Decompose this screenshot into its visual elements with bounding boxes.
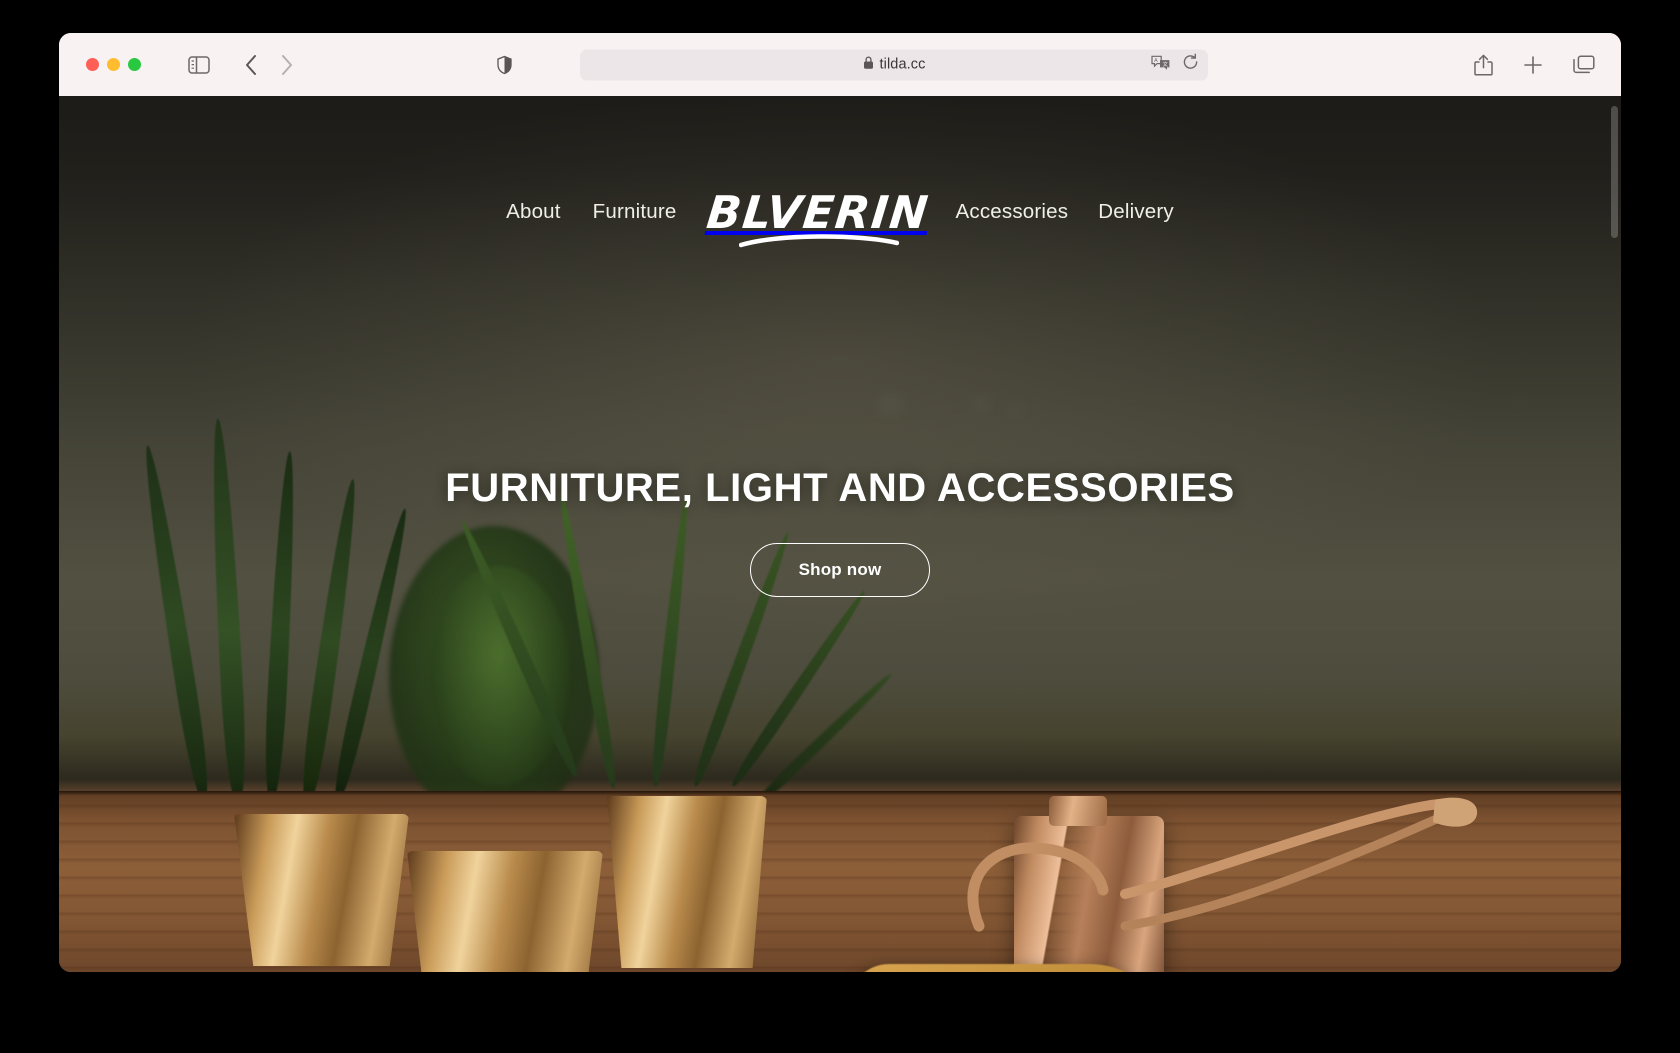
page-viewport: About Furniture BLVERIN Accessories Deli… [59,96,1621,972]
bokeh-spot [1011,404,1021,414]
hero-section: FURNITURE, LIGHT AND ACCESSORIES Shop no… [59,466,1621,597]
lock-icon [863,55,874,74]
bokeh-spot [879,396,901,412]
browser-window: tilda.cc A 文 About Furniture BLVERIN Acc… [59,33,1621,972]
reload-icon[interactable] [1182,53,1199,76]
bokeh-spot [1514,396,1523,405]
privacy-shield-icon[interactable] [497,55,512,74]
toolbar-right-actions [1474,54,1595,76]
nav-item-accessories[interactable]: Accessories [956,200,1069,224]
brass-pot-center [407,851,603,972]
address-bar-actions: A 文 [1151,53,1199,76]
brand-logo[interactable]: BLVERIN [704,174,931,250]
sidebar-toggle-icon[interactable] [188,55,210,74]
nav-item-delivery[interactable]: Delivery [1098,200,1174,224]
svg-text:A: A [1154,57,1158,63]
share-icon[interactable] [1474,54,1493,76]
tab-overview-icon[interactable] [1573,54,1595,75]
maximize-window-button[interactable] [128,58,141,71]
hero-title: FURNITURE, LIGHT AND ACCESSORIES [445,466,1235,510]
url-text: tilda.cc [879,56,926,73]
browser-toolbar: tilda.cc A 文 [59,33,1621,96]
brass-pot-left [234,814,409,966]
svg-text:文: 文 [1163,59,1169,67]
forward-button-icon[interactable] [280,54,294,76]
close-window-button[interactable] [86,58,99,71]
nav-item-furniture[interactable]: Furniture [593,200,677,224]
nav-item-about[interactable]: About [506,200,561,224]
nav-group-right: Accessories Delivery [956,200,1174,224]
minimize-window-button[interactable] [107,58,120,71]
brand-name: BLVERIN [703,185,932,239]
new-tab-icon[interactable] [1523,55,1543,75]
page-scrollbar-thumb[interactable] [1611,106,1618,238]
translate-icon[interactable]: A 文 [1151,54,1171,75]
nav-group-left: About Furniture [506,200,676,224]
back-button-icon[interactable] [244,54,258,76]
brand-underline-swoosh [738,234,899,248]
watering-can-spout-and-handle [967,797,1478,932]
url-display: tilda.cc [863,55,926,74]
gardening-gloves [849,964,1149,972]
bokeh-spot [974,398,988,410]
site-navigation: About Furniture BLVERIN Accessories Deli… [59,174,1621,250]
address-bar[interactable]: tilda.cc A 文 [580,49,1208,80]
window-traffic-lights [86,58,141,71]
shop-now-button[interactable]: Shop now [749,543,931,597]
brass-pot-right [607,796,767,968]
